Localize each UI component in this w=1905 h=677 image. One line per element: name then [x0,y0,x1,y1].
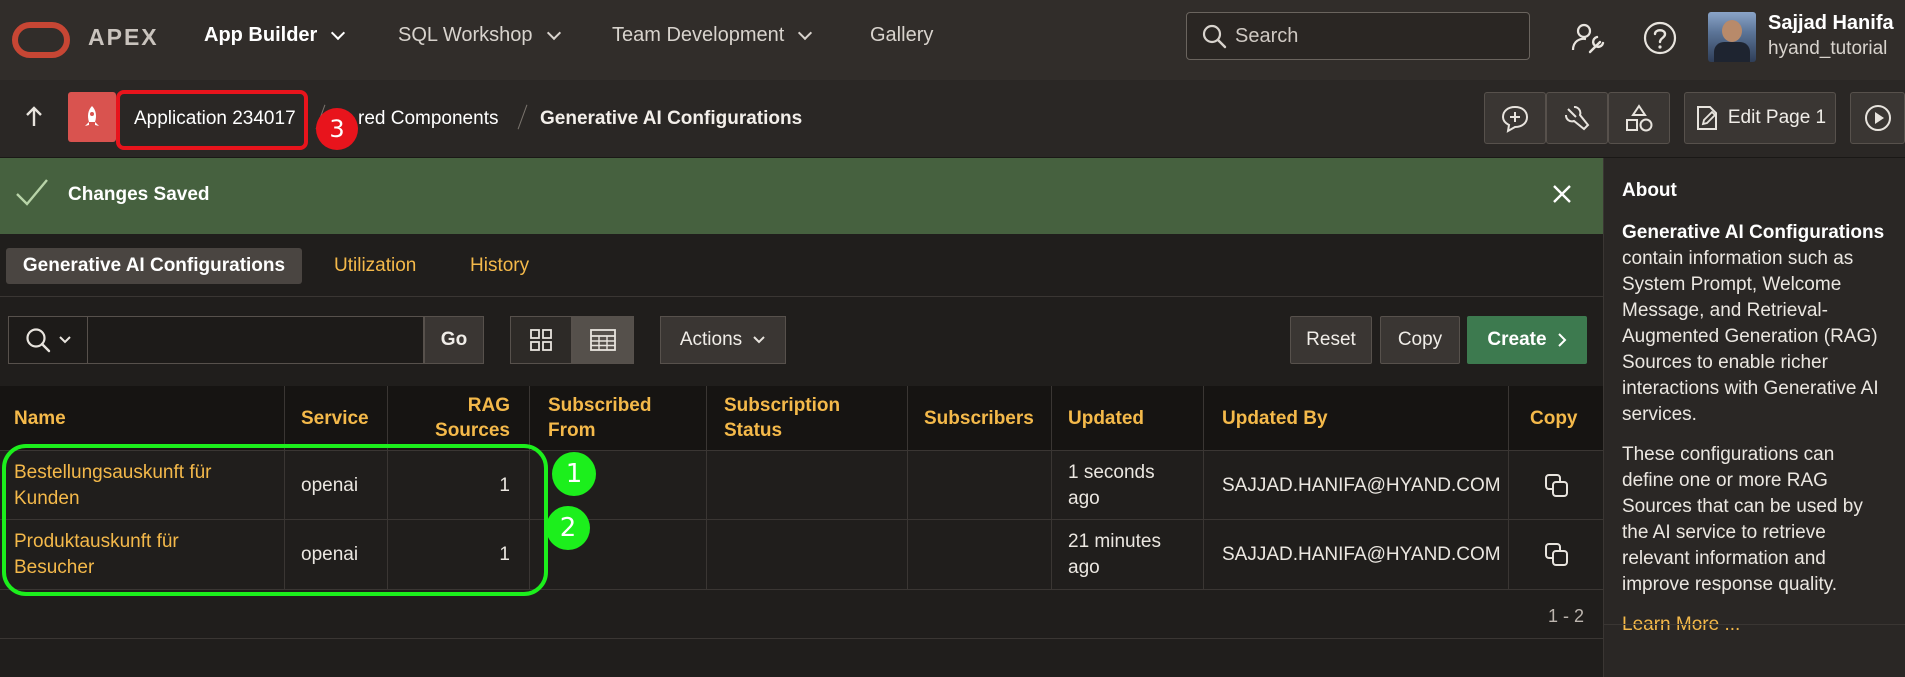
updated-cell: 21 minutes ago [1068,531,1161,578]
chevron-down-icon [546,25,561,40]
avatar[interactable] [1708,12,1756,62]
success-message-text: Changes Saved [68,184,210,205]
application-icon[interactable] [68,92,116,142]
column-header-service[interactable]: Service [301,386,369,450]
copy-icon[interactable] [1544,473,1570,499]
annotation-highlight-box [116,90,308,150]
nav-team-development-label: Team Development [612,24,785,46]
close-icon[interactable] [1548,180,1576,213]
edit-page-label: Edit Page 1 [1727,107,1827,128]
column-header-subscription-status[interactable]: Subscription Status [724,386,864,450]
copy-button[interactable]: Copy [1380,316,1460,364]
global-search[interactable] [1186,12,1530,60]
feedback-button[interactable] [1484,92,1546,144]
play-circle-icon [1864,105,1891,131]
tabs-divider [0,296,1603,297]
chevron-down-icon [798,25,813,40]
column-header-subscribed-from[interactable]: Subscribed From [548,386,678,450]
table-view-icon [590,329,616,351]
avatar-body [1714,42,1750,62]
grid-view-icon [530,329,552,351]
updated-by-cell: SAJJAD.HANIFA@HYAND.COM [1222,475,1501,496]
column-header-copy[interactable]: Copy [1530,386,1578,450]
avatar-face [1722,20,1742,42]
about-paragraph-1: Generative AI Configurations contain inf… [1622,220,1890,428]
column-header-rag-sources[interactable]: RAG Sources [414,386,510,450]
search-icon [1202,24,1227,49]
wrench-icon [1565,106,1590,131]
report-view-button[interactable] [572,316,634,364]
apex-brand[interactable]: APEX [88,24,159,51]
up-arrow-icon[interactable] [22,104,46,135]
pagination-text: 1 - 2 [1548,606,1585,626]
chevron-down-icon [58,336,71,344]
nav-team-development[interactable]: Team Development [612,24,813,47]
user-name[interactable]: Sajjad Hanifa [1768,12,1894,35]
annotation-marker-2: 2 [546,506,590,550]
report-bottom-rule [0,638,1603,639]
run-page-button[interactable] [1850,92,1905,144]
updated-by-cell: SAJJAD.HANIFA@HYAND.COM [1222,544,1501,565]
reset-button[interactable]: Reset [1290,316,1372,364]
search-icon [25,328,50,353]
updated-cell: 1 seconds ago [1068,462,1155,509]
nav-gallery-label: Gallery [870,24,934,46]
annotation-highlight-box [2,444,548,596]
about-paragraph-1-text: contain information such as System Promp… [1622,248,1879,425]
sidebar-divider [1603,624,1905,625]
chat-add-icon [1501,105,1529,133]
utilities-button[interactable] [1546,92,1608,144]
oracle-logo[interactable] [12,22,70,58]
edit-page-button[interactable]: Edit Page 1 [1684,92,1836,144]
tab-generative-ai-configurations[interactable]: Generative AI Configurations [6,248,302,284]
column-header-name[interactable]: Name [14,386,66,450]
tab-history[interactable]: History [470,248,529,284]
about-heading: Generative AI Configurations [1622,222,1885,243]
search-column-selector[interactable] [8,316,88,364]
actions-label: Actions [679,329,743,350]
copy-icon[interactable] [1544,542,1570,568]
nav-app-builder-label: App Builder [204,24,318,46]
workspace-name: hyand_tutorial [1768,38,1888,59]
shapes-icon [1626,104,1653,132]
column-header-updated[interactable]: Updated [1068,386,1144,450]
column-header-subscribers[interactable]: Subscribers [924,386,1034,450]
help-icon[interactable] [1640,18,1680,58]
breadcrumb-current-page: Generative AI Configurations [540,108,803,129]
chevron-down-icon [753,336,765,344]
nav-sql-workshop-label: SQL Workshop [398,24,533,46]
nav-app-builder[interactable]: App Builder [204,24,346,47]
actions-menu-button[interactable]: Actions [660,316,786,364]
checkmark-icon [14,176,50,215]
table-header: Name Service RAG Sources Subscribed From… [0,386,1603,450]
go-button[interactable]: Go [424,316,484,364]
success-message-banner [0,158,1603,234]
chevron-right-icon [1557,333,1566,347]
administration-icon[interactable] [1568,18,1608,58]
about-title: About [1622,180,1677,201]
nav-gallery[interactable]: Gallery [870,24,933,47]
about-paragraph-2: These configurations can define one or m… [1622,444,1863,595]
shared-components-button[interactable] [1608,92,1670,144]
tab-utilization[interactable]: Utilization [334,248,416,284]
create-button[interactable]: Create [1467,316,1587,364]
annotation-marker-1: 1 [552,452,596,496]
breadcrumb-shared-components[interactable]: red Components [358,108,498,130]
search-input[interactable] [1235,24,1515,48]
column-header-updated-by[interactable]: Updated By [1222,386,1328,450]
annotation-marker-3: 3 [316,108,358,150]
chevron-down-icon [331,25,346,40]
about-body: Generative AI Configurations contain inf… [1622,220,1890,652]
create-label: Create [1487,329,1547,350]
icon-view-button[interactable] [510,316,572,364]
nav-sql-workshop[interactable]: SQL Workshop [398,24,561,47]
report-search-input[interactable] [93,317,421,363]
edit-page-icon [1696,106,1717,130]
